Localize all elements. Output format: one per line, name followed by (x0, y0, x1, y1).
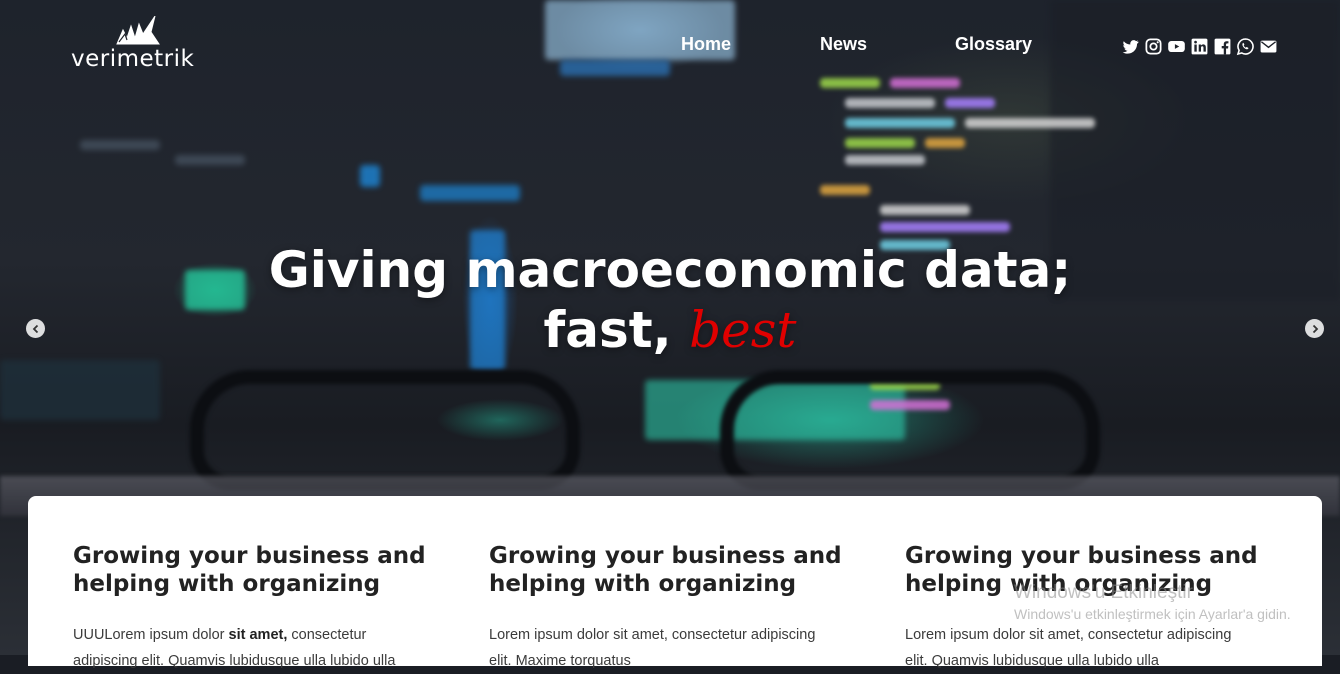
site-header: verimetrik Home News Glossary (0, 0, 1340, 90)
chevron-left-icon (32, 324, 38, 333)
social-links (1121, 35, 1278, 57)
features-panel: Growing your business and helping with o… (28, 496, 1322, 669)
whatsapp-icon[interactable] (1236, 37, 1255, 56)
feature-text-bold: sit amet, (228, 627, 288, 643)
feature-text: Lorem ipsum dolor sit amet, consectetur … (905, 627, 1232, 643)
feature-text-prefix: UUULorem ipsum dolor (73, 627, 229, 643)
nav-item-glossary[interactable]: Glossary (955, 34, 1032, 55)
feature-card-text: UUULorem ipsum dolor sit amet, consectet… (73, 622, 443, 674)
windows-activation-watermark: Windows'u Etkinleştir Windows'u etkinleş… (1014, 582, 1291, 622)
feature-text-line2: elit. Quamvis lubidusque ulla lubido ull… (905, 653, 1159, 669)
watermark-title: Windows'u Etkinleştir (1014, 582, 1193, 603)
hero-headline: Giving macroeconomic data; fast, best (0, 240, 1340, 360)
feature-text-line2: elit. Maxime torquatus (489, 653, 631, 669)
feature-card-text: Lorem ipsum dolor sit amet, consectetur … (905, 622, 1275, 674)
feature-card: Growing your business and helping with o… (73, 542, 443, 674)
verimetrik-logo-icon (116, 16, 160, 45)
watermark-subtitle: Windows'u etkinleştirmek için Ayarlar'a … (1014, 606, 1291, 622)
mail-icon[interactable] (1259, 37, 1278, 56)
feature-text-suffix: consectetur (287, 627, 367, 643)
brand-name: verimetrik (71, 46, 195, 72)
feature-card-text: Lorem ipsum dolor sit amet, consectetur … (489, 622, 859, 674)
feature-text-line2: adipiscing elit. Quamvis lubidusque ulla… (73, 653, 396, 669)
hero-line-2: fast, best (0, 300, 1340, 360)
carousel-prev-button[interactable] (26, 319, 45, 338)
nav-item-home[interactable]: Home (681, 34, 731, 55)
nav-item-news[interactable]: News (820, 34, 867, 55)
feature-card-title: Growing your business and helping with o… (489, 543, 842, 597)
hero-accent-word: best (689, 301, 797, 359)
carousel-next-button[interactable] (1305, 319, 1324, 338)
feature-card-title: Growing your business and helping with o… (73, 543, 426, 597)
hero-line-2-prefix: fast, (543, 301, 690, 359)
hero-line-1: Giving macroeconomic data; (268, 241, 1072, 299)
facebook-icon[interactable] (1213, 37, 1232, 56)
brand-logo[interactable]: verimetrik (71, 16, 211, 76)
feature-text: Lorem ipsum dolor sit amet, consectetur … (489, 627, 816, 643)
instagram-icon[interactable] (1144, 37, 1163, 56)
feature-card: Growing your business and helping with o… (489, 542, 859, 674)
chevron-right-icon (1312, 324, 1318, 333)
youtube-icon[interactable] (1167, 37, 1186, 56)
linkedin-icon[interactable] (1190, 37, 1209, 56)
twitter-icon[interactable] (1121, 37, 1140, 56)
